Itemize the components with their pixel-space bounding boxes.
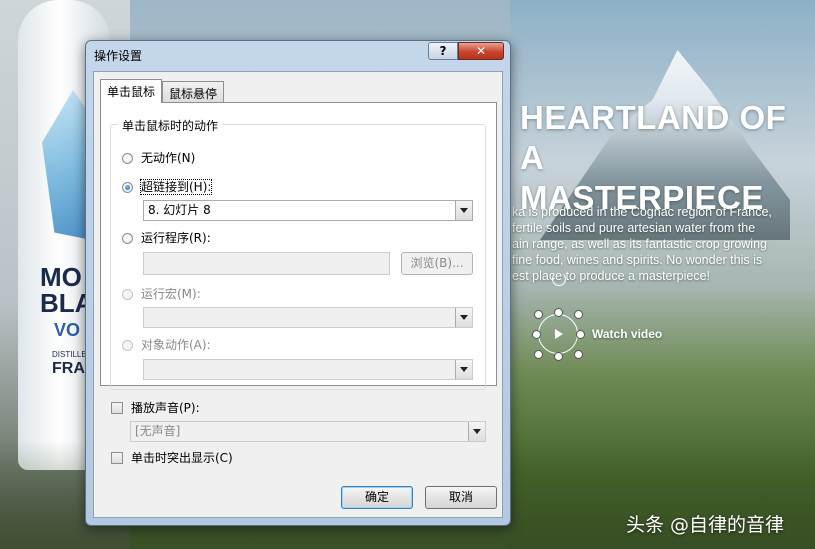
radio-label: 超链接到(H): (139, 179, 213, 195)
dialog-titlebar[interactable]: 操作设置 ? ✕ (86, 41, 510, 71)
chevron-down-icon[interactable] (455, 360, 472, 379)
tab-mouse-click[interactable]: 单击鼠标 (100, 79, 163, 103)
radio-run-program[interactable]: 运行程序(R): (122, 229, 211, 246)
radio-label: 运行宏(M): (141, 287, 201, 301)
hero-body-line: ka is produced in the Cognac region of F… (512, 205, 772, 219)
chevron-down-icon[interactable] (455, 308, 472, 327)
dialog-title: 操作设置 (94, 49, 143, 63)
cancel-button[interactable]: 取消 (425, 486, 497, 509)
checkbox-box (111, 402, 123, 414)
radio-label: 运行程序(R): (141, 231, 211, 245)
play-sound-checkbox[interactable]: 播放声音(P): (111, 399, 200, 416)
hero-body-line: ain range, as well as its fantastic crop… (512, 237, 767, 251)
selection-handle[interactable] (574, 350, 583, 359)
close-icon: ✕ (475, 44, 487, 58)
object-action-select[interactable] (143, 359, 473, 380)
selection-handle[interactable] (574, 310, 583, 319)
selection-handle[interactable] (554, 308, 563, 317)
radio-label: 对象动作(A): (141, 338, 211, 352)
radio-circle (122, 340, 133, 351)
chevron-down-icon[interactable] (455, 201, 472, 220)
chevron-down-icon[interactable] (468, 422, 485, 441)
hero-title: HEARTLAND OF A MASTERPIECE (520, 98, 810, 218)
checkbox-label: 播放声音(P): (131, 401, 200, 415)
sound-select[interactable]: [无声音] (130, 421, 486, 442)
radio-run-macro[interactable]: 运行宏(M): (122, 285, 201, 302)
group-title: 单击鼠标时的动作 (118, 117, 223, 134)
checkbox-box (111, 452, 123, 464)
radio-circle (122, 233, 133, 244)
ok-button[interactable]: 确定 (341, 486, 413, 509)
watermark-text: 头条 @自律的音律 (626, 514, 785, 536)
hero-body-line: fine food, wines and spirits. No wonder … (512, 253, 763, 267)
watch-video-label: Watch video (592, 327, 663, 341)
close-button[interactable]: ✕ (458, 42, 504, 60)
hyperlink-target-select[interactable]: 8. 幻灯片 8 (143, 200, 473, 221)
rotate-handle-icon[interactable] (552, 272, 566, 286)
radio-object-action[interactable]: 对象动作(A): (122, 336, 211, 353)
hero-title-line: HEARTLAND OF A (520, 99, 787, 176)
radio-no-action[interactable]: 无动作(N) (122, 149, 195, 166)
radio-hyperlink[interactable]: 超链接到(H): (122, 178, 213, 195)
sound-value: [无声音] (135, 424, 181, 438)
selection-handle[interactable] (534, 350, 543, 359)
video-play-button[interactable] (538, 314, 578, 354)
hero-body-line: fertile soils and pure artesian water fr… (512, 221, 756, 235)
radio-circle-checked (122, 182, 133, 193)
radio-label: 无动作(N) (141, 151, 196, 165)
play-icon (555, 329, 563, 339)
hyperlink-target-value: 8. 幻灯片 8 (148, 203, 211, 217)
program-path-input[interactable] (143, 252, 390, 275)
browse-button[interactable]: 浏览(B)... (401, 252, 473, 275)
selection-handle[interactable] (576, 330, 585, 339)
help-button[interactable]: ? (428, 42, 458, 60)
selection-handle[interactable] (554, 352, 563, 361)
highlight-on-click-checkbox[interactable]: 单击时突出显示(C) (111, 449, 233, 466)
tab-mouse-over[interactable]: 鼠标悬停 (162, 81, 225, 103)
macro-select[interactable] (143, 307, 473, 328)
selection-handle[interactable] (532, 330, 541, 339)
radio-circle (122, 289, 133, 300)
action-settings-dialog: 操作设置 ? ✕ 单击鼠标 鼠标悬停 单击鼠标时的动作 无动作(N) 超链接到(… (85, 40, 511, 526)
radio-circle (122, 153, 133, 164)
selection-handle[interactable] (534, 310, 543, 319)
checkbox-label: 单击时突出显示(C) (131, 451, 233, 465)
